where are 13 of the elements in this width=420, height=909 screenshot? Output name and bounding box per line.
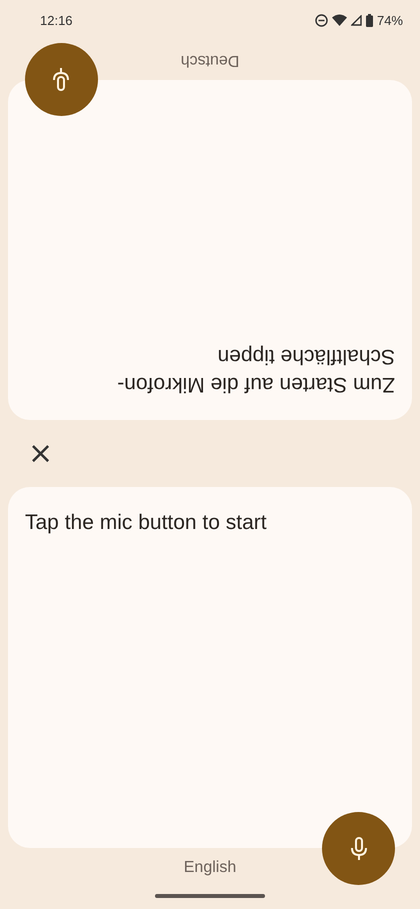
do-not-disturb-icon [314, 14, 328, 26]
wifi-icon [332, 14, 347, 26]
language-label[interactable]: Deutsch [180, 51, 240, 69]
microphone-icon [350, 836, 368, 860]
battery-icon [366, 14, 373, 26]
prompt-text: Zum Starten auf die Mikrofon-Schaltfläche tippen [116, 344, 395, 398]
close-button[interactable]: × [24, 438, 58, 468]
battery-level: 74% [376, 12, 403, 28]
language-label[interactable]: English [184, 859, 236, 877]
prompt-text: Tap the mic button to start [25, 510, 268, 536]
microphone-icon [52, 68, 70, 92]
signal-icon [350, 14, 362, 26]
status-time: 12:16 [40, 12, 73, 28]
